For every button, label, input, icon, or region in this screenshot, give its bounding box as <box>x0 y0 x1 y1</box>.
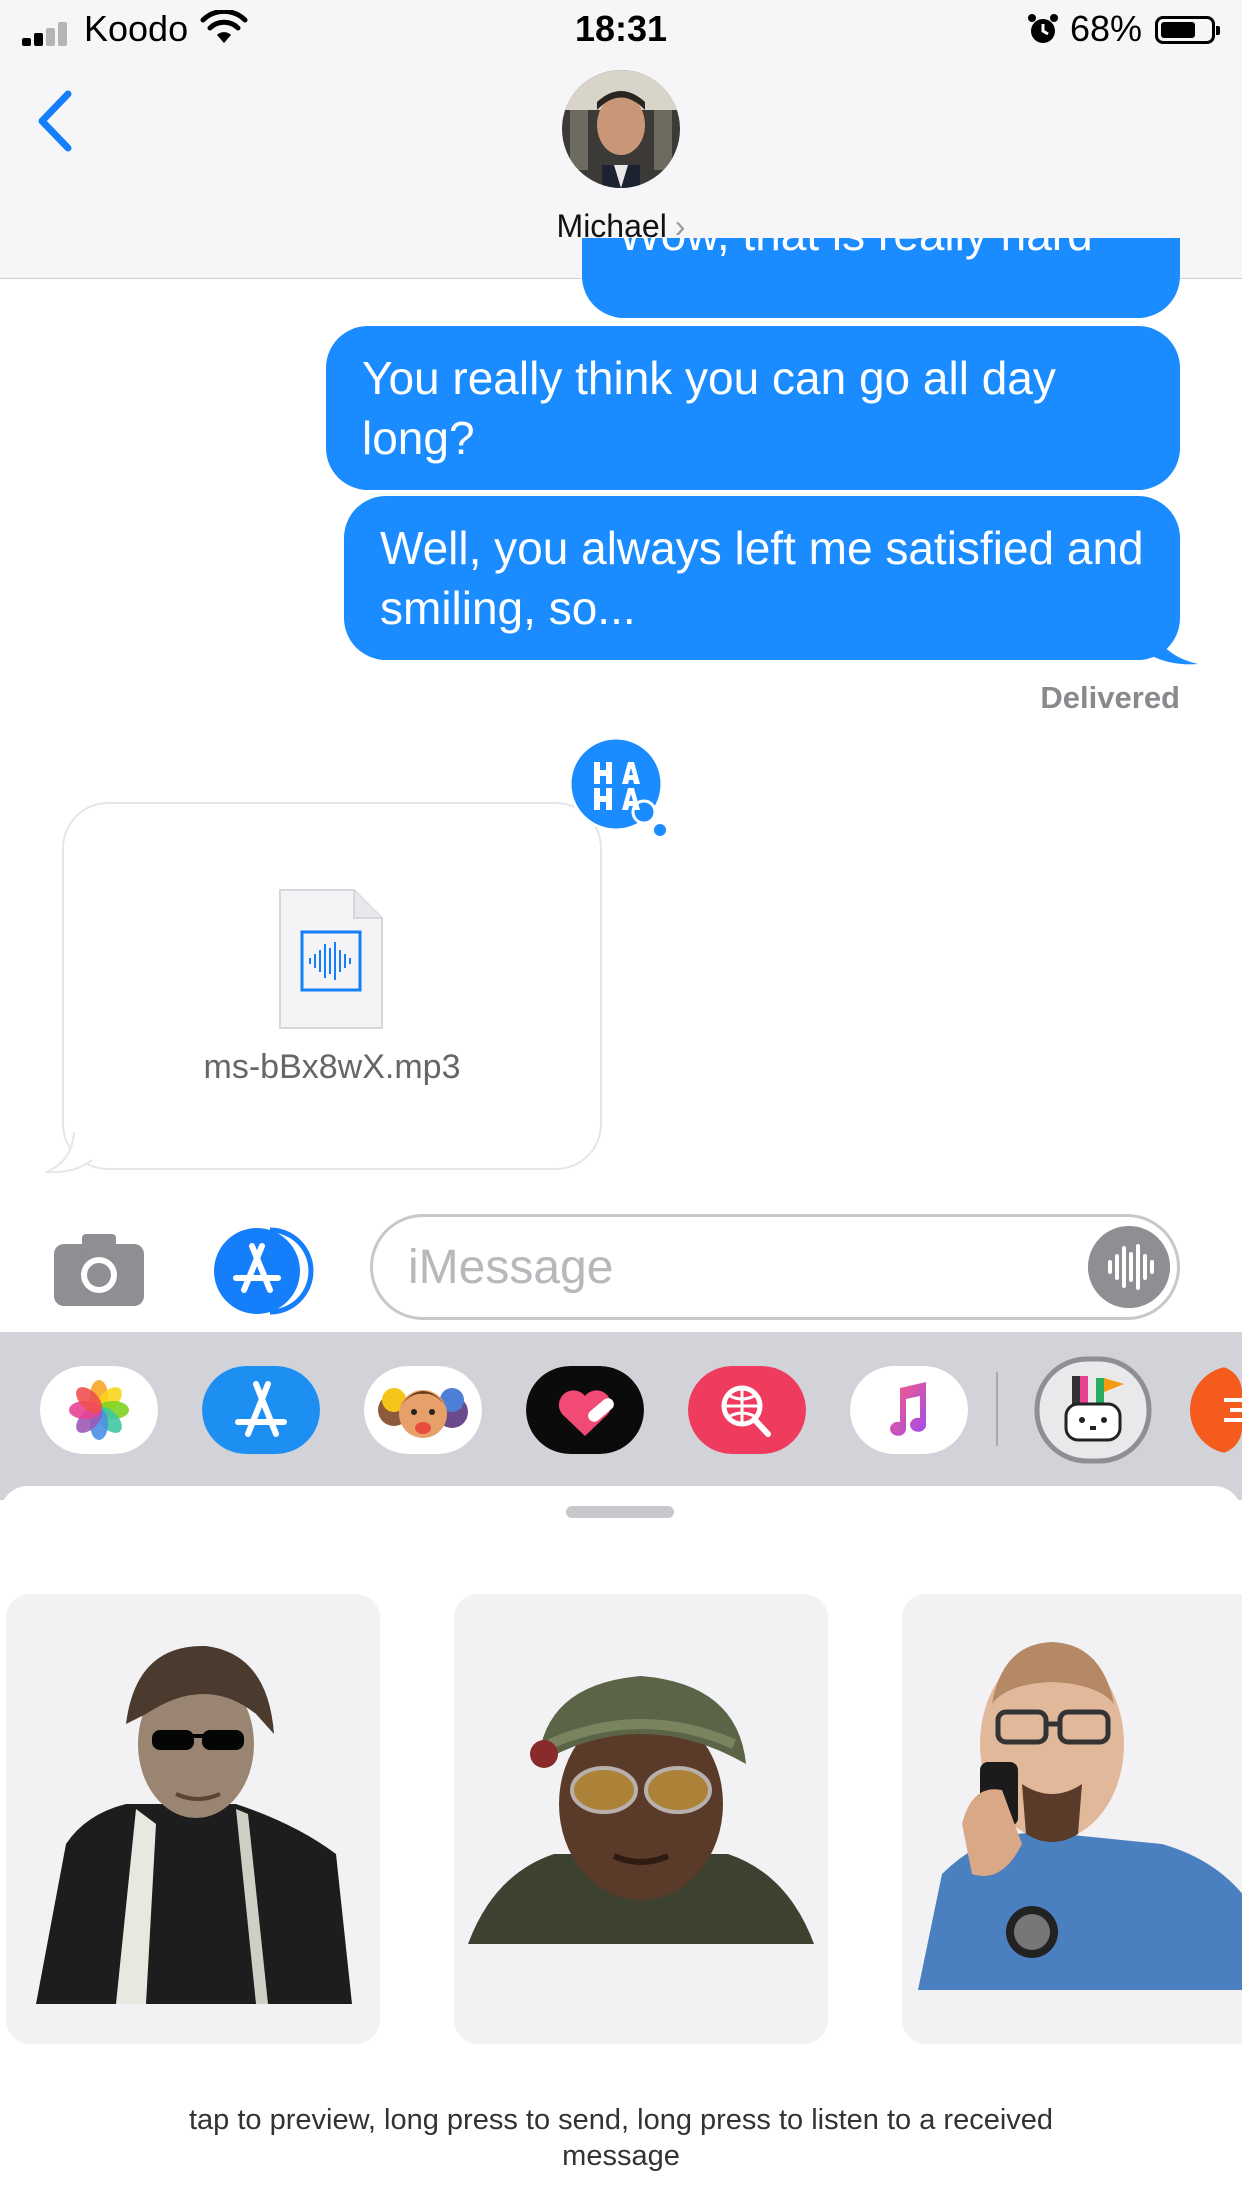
message-text: Well, you always left me satisfied and s… <box>380 522 1144 634</box>
message-text: Wow, that is really hard <box>618 238 1093 264</box>
sticker-card[interactable] <box>454 1594 828 2044</box>
app-drawer-separator <box>996 1372 998 1446</box>
app-store-icon[interactable] <box>210 1224 316 1318</box>
music-note-icon[interactable] <box>850 1366 968 1454</box>
message-input-placeholder: iMessage <box>408 1241 614 1294</box>
bubble-tail <box>1152 626 1198 665</box>
panel-grabber[interactable] <box>566 1506 674 1518</box>
soldier-sticker <box>468 1676 814 1944</box>
sticker-card[interactable] <box>902 1594 1242 2044</box>
photos-icon[interactable] <box>40 1366 158 1454</box>
sticker-hint-text: tap to preview, long press to send, long… <box>188 2104 1054 2172</box>
battery-icon <box>1155 16 1220 44</box>
camera-icon[interactable] <box>52 1232 146 1308</box>
audio-message-icon[interactable] <box>1088 1226 1170 1308</box>
heart-touch-icon[interactable] <box>526 1366 644 1454</box>
memoji-icon[interactable] <box>364 1366 482 1454</box>
message-text: You really think you can go all day long… <box>362 352 1056 464</box>
message-bubble-sent[interactable]: Well, you always left me satisfied and s… <box>344 496 1180 660</box>
haha-icon[interactable] <box>568 736 668 836</box>
message-bubble-sent[interactable]: You really think you can go all day long… <box>326 326 1180 490</box>
battery-percentage: 68% <box>1070 8 1143 49</box>
bubble-tail <box>45 1132 93 1174</box>
globe-search-icon[interactable] <box>688 1366 806 1454</box>
delivery-status: Delivered <box>1040 680 1180 715</box>
audio-file-icon <box>279 889 383 1029</box>
orange-app-icon[interactable] <box>1190 1366 1242 1454</box>
walkie-talkie-man-sticker <box>918 1642 1242 1990</box>
app-store-icon[interactable] <box>202 1366 320 1454</box>
back-chevron-icon[interactable] <box>30 86 80 156</box>
message-bubble-sent[interactable]: Wow, that is really hard <box>582 238 1180 318</box>
file-name: ms-bBx8wX.mp3 <box>203 1048 461 1086</box>
alarm-icon <box>1028 14 1058 43</box>
contact-avatar[interactable] <box>562 70 680 188</box>
sticker-card[interactable] <box>6 1594 380 2044</box>
bunny-icon[interactable] <box>1034 1356 1152 1464</box>
sunglasses-guy-sticker <box>36 1645 352 2004</box>
